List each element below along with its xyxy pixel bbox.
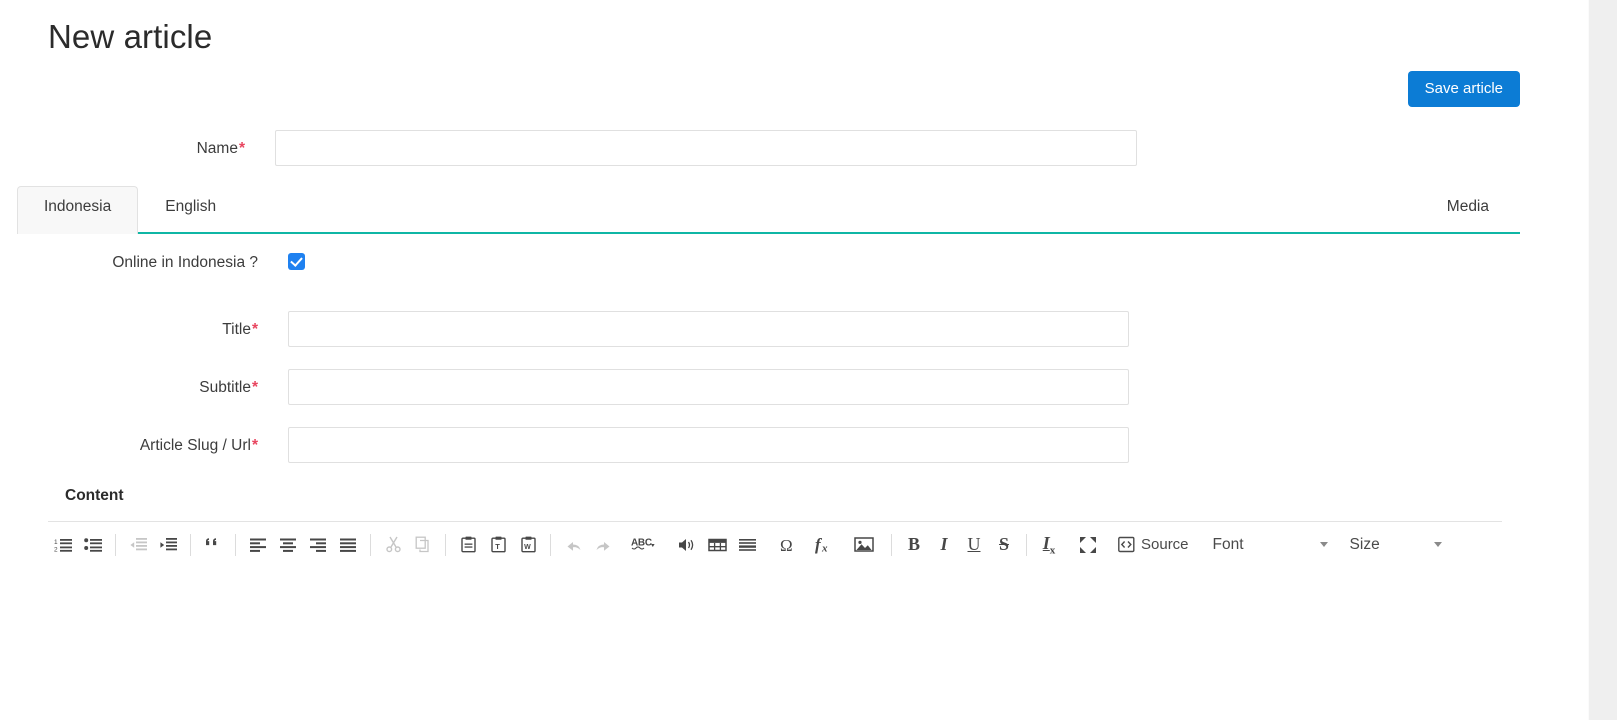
language-tabs: Indonesia English Media <box>17 186 1520 234</box>
form-row-name: Name* <box>0 130 1140 166</box>
bold-icon[interactable]: B <box>899 531 929 559</box>
paste-icon[interactable] <box>453 531 483 559</box>
tab-indonesia[interactable]: Indonesia <box>17 186 139 234</box>
form-row-online: Online in Indonesia ? <box>0 252 305 272</box>
form-row-title: Title* <box>0 311 1129 347</box>
online-checkbox[interactable] <box>288 253 305 270</box>
align-left-icon[interactable] <box>243 531 273 559</box>
required-asterisk: * <box>251 437 258 454</box>
svg-text:2: 2 <box>54 546 58 553</box>
numbered-list-icon[interactable]: 12 <box>48 531 78 559</box>
toolbar-separator <box>190 533 191 556</box>
page-title: New article <box>48 18 213 55</box>
decrease-indent-icon <box>123 531 153 559</box>
underline-icon[interactable]: U <box>959 531 989 559</box>
remove-format-icon[interactable]: Ix <box>1034 531 1064 559</box>
name-input[interactable] <box>275 130 1137 166</box>
tab-english[interactable]: English <box>138 186 243 234</box>
paste-as-text-icon[interactable]: T <box>483 531 513 559</box>
scrollable-content: New article Save article Name* Indonesia… <box>0 0 1588 720</box>
article-slug-label: Article Slug / Url* <box>139 437 258 454</box>
cut-icon <box>378 531 408 559</box>
tab-media[interactable]: Media <box>1420 186 1520 234</box>
horizontal-rule-icon[interactable] <box>732 531 762 559</box>
toolbar-separator <box>235 533 236 556</box>
copy-icon <box>408 531 438 559</box>
form-row-article-slug: Article Slug / Url* <box>0 427 1129 463</box>
special-character-icon[interactable]: Ω <box>771 531 801 559</box>
toolbar-separator <box>891 533 892 556</box>
svg-text:Ω: Ω <box>780 536 793 554</box>
subtitle-input[interactable] <box>288 369 1129 405</box>
svg-text:T: T <box>495 542 500 551</box>
toolbar-separator <box>445 533 446 556</box>
toolbar-separator <box>1026 533 1027 556</box>
paste-from-word-icon[interactable]: W <box>513 531 543 559</box>
article-slug-input[interactable] <box>288 427 1129 463</box>
title-input[interactable] <box>288 311 1129 347</box>
justify-icon[interactable] <box>333 531 363 559</box>
maximize-icon[interactable] <box>1073 531 1103 559</box>
editor-content-area[interactable] <box>48 567 1502 707</box>
form-row-subtitle: Subtitle* <box>0 369 1129 405</box>
toolbar-separator <box>550 533 551 556</box>
required-asterisk: * <box>238 140 245 157</box>
audio-icon[interactable] <box>672 531 702 559</box>
required-asterisk: * <box>251 321 258 338</box>
subtitle-label: Subtitle* <box>199 379 258 396</box>
blockquote-icon[interactable] <box>198 531 228 559</box>
svg-text:1: 1 <box>54 539 58 546</box>
svg-text:x: x <box>821 543 828 555</box>
font-family-dropdown[interactable]: Font <box>1213 531 1328 559</box>
align-right-icon[interactable] <box>303 531 333 559</box>
undo-icon <box>558 531 588 559</box>
spellcheck-icon[interactable]: ABC <box>627 531 663 559</box>
rich-text-editor: 12 T W ABC Ω f x B I U S Ix Source Font … <box>48 521 1502 707</box>
content-heading: Content <box>65 487 124 504</box>
toolbar-separator <box>115 533 116 556</box>
editor-toolbar: 12 T W ABC Ω f x B I U S Ix Source Font … <box>48 521 1502 567</box>
save-article-button[interactable]: Save article <box>1407 71 1520 107</box>
math-formula-icon[interactable]: fx <box>810 531 840 559</box>
italic-icon[interactable]: I <box>929 531 959 559</box>
align-center-icon[interactable] <box>273 531 303 559</box>
source-button[interactable]: Source <box>1112 531 1195 559</box>
page-root: New article Save article Name* Indonesia… <box>0 0 1617 720</box>
redo-icon <box>588 531 618 559</box>
chevron-down-icon <box>1433 542 1442 547</box>
source-label: Source <box>1141 536 1189 553</box>
strikethrough-icon[interactable]: S <box>989 531 1019 559</box>
online-label: Online in Indonesia ? <box>112 254 258 271</box>
svg-text:ABC: ABC <box>631 537 652 548</box>
font-size-dropdown[interactable]: Size <box>1350 531 1442 559</box>
name-label: Name* <box>196 140 245 157</box>
toolbar-separator <box>370 533 371 556</box>
image-icon[interactable] <box>849 531 879 559</box>
increase-indent-icon[interactable] <box>153 531 183 559</box>
chevron-down-icon <box>1319 542 1328 547</box>
svg-text:W: W <box>524 544 531 551</box>
required-asterisk: * <box>251 379 258 396</box>
bulleted-list-icon[interactable] <box>78 531 108 559</box>
title-label: Title* <box>222 321 258 338</box>
font-family-value: Font <box>1212 535 1244 553</box>
font-size-value: Size <box>1349 535 1380 553</box>
vertical-scrollbar[interactable] <box>1588 0 1617 720</box>
table-icon[interactable] <box>702 531 732 559</box>
